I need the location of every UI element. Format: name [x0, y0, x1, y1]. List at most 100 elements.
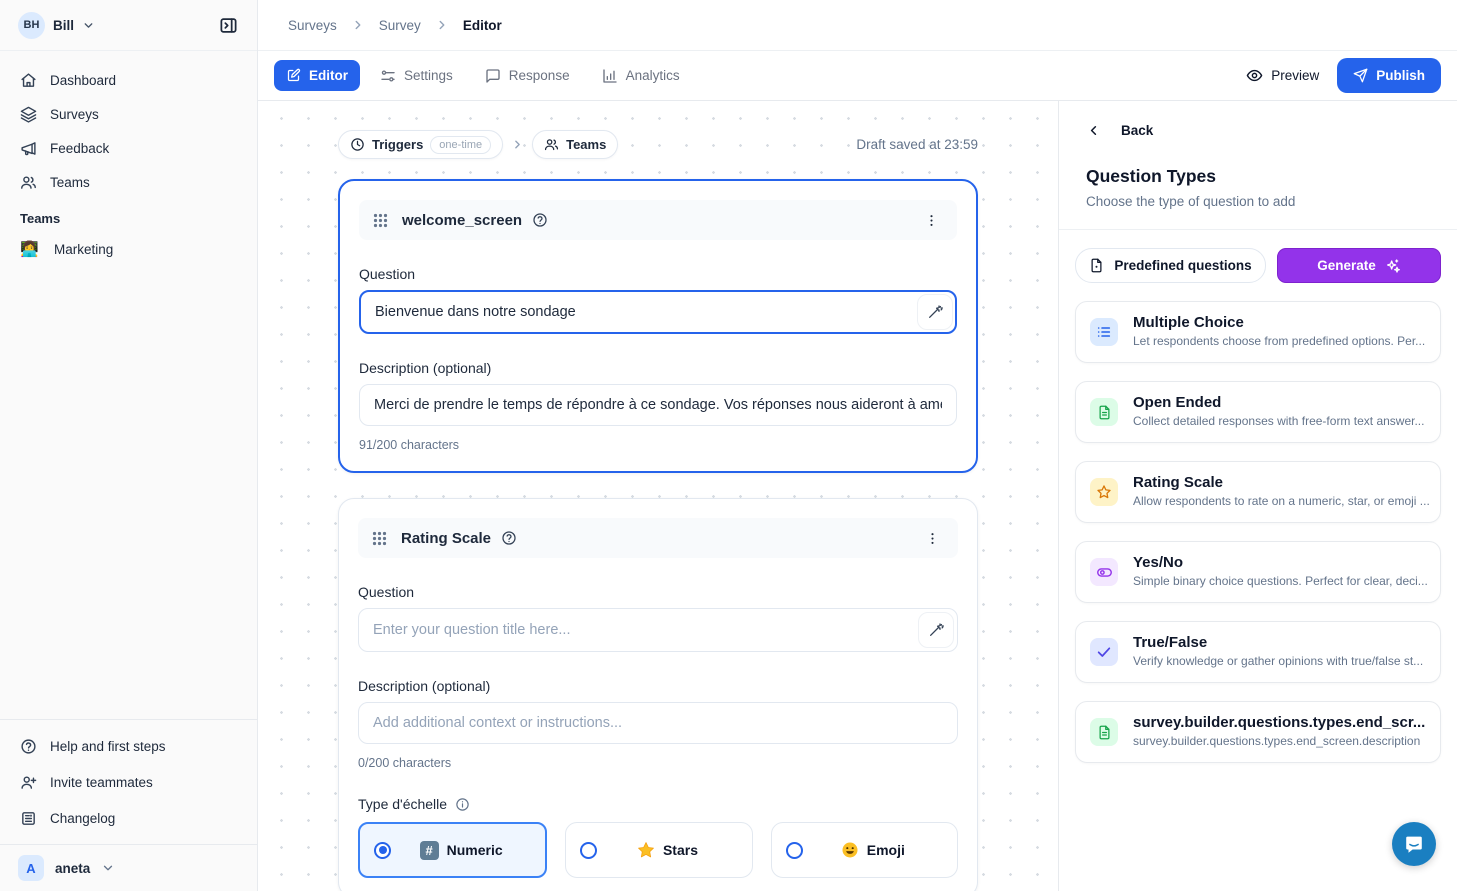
welcome-question-input[interactable]	[359, 290, 957, 334]
type-card-rating-scale[interactable]: Rating Scale Allow respondents to rate o…	[1075, 461, 1441, 523]
generate-button[interactable]: Generate	[1277, 248, 1441, 283]
sidebar-item-dashboard[interactable]: Dashboard	[0, 63, 257, 97]
send-icon	[1353, 68, 1368, 83]
star-icon	[1090, 478, 1118, 506]
type-card-end-screen[interactable]: survey.builder.questions.types.end_scr..…	[1075, 701, 1441, 763]
type-title: Multiple Choice	[1133, 314, 1244, 331]
card-menu-button[interactable]	[920, 209, 943, 232]
triggers-chip[interactable]: Triggers one-time	[338, 130, 503, 159]
breadcrumb: Surveys Survey Editor	[258, 0, 1457, 51]
message-square-icon	[485, 68, 501, 84]
ai-rewrite-button[interactable]	[917, 294, 953, 330]
toggle-icon	[1090, 558, 1118, 586]
publish-button[interactable]: Publish	[1337, 58, 1441, 93]
question-card-rating-scale[interactable]: Rating Scale Question	[338, 498, 978, 891]
chevron-right-icon	[511, 138, 524, 151]
question-card-welcome-screen[interactable]: welcome_screen Question	[338, 179, 978, 473]
question-card-header: welcome_screen	[359, 200, 957, 240]
list-icon	[1090, 318, 1118, 346]
back-button[interactable]: Back	[1086, 123, 1153, 138]
sidebar-collapse-button[interactable]	[213, 10, 243, 40]
description-field-label: Description (optional)	[358, 678, 958, 694]
account-name: aneta	[55, 861, 90, 876]
type-card-multiple-choice[interactable]: Multiple Choice Let respondents choose f…	[1075, 301, 1441, 363]
scale-option-text: Numeric	[447, 842, 503, 858]
content-area: Triggers one-time Teams Draft saved at 2…	[258, 101, 1457, 891]
type-title: Open Ended	[1133, 394, 1221, 411]
teams-chip-label: Teams	[566, 137, 606, 152]
sidebar-item-teams[interactable]: Teams	[0, 165, 257, 199]
preview-button[interactable]: Preview	[1246, 67, 1319, 84]
teams-chip[interactable]: Teams	[532, 130, 618, 159]
sidebar-item-changelog[interactable]: Changelog	[0, 800, 257, 836]
tab-label: Settings	[404, 68, 453, 83]
panel-actions: Predefined questions Generate	[1059, 230, 1457, 299]
help-circle-icon[interactable]	[501, 530, 517, 546]
card-menu-button[interactable]	[921, 527, 944, 550]
scale-option-stars[interactable]: Stars	[565, 822, 752, 878]
preview-label: Preview	[1271, 68, 1319, 83]
sidebar: BH Bill Dashboard Surv	[0, 0, 258, 891]
radio-checked	[374, 842, 391, 859]
breadcrumb-surveys[interactable]: Surveys	[288, 18, 337, 33]
chevron-down-icon	[101, 861, 115, 875]
team-name: Marketing	[54, 242, 113, 257]
chat-launcher-button[interactable]	[1392, 822, 1436, 866]
predefined-questions-button[interactable]: Predefined questions	[1075, 248, 1266, 283]
sidebar-team-marketing[interactable]: 👩‍💻 Marketing	[0, 232, 257, 266]
sparkles-icon	[1385, 258, 1401, 274]
panel-toggle-icon	[219, 16, 238, 35]
scale-option-numeric[interactable]: # Numeric	[358, 822, 547, 878]
tab-settings[interactable]: Settings	[368, 60, 465, 92]
main-column: Surveys Survey Editor Editor	[258, 0, 1457, 891]
tab-editor[interactable]: Editor	[274, 60, 360, 91]
question-id-text: welcome_screen	[402, 212, 522, 229]
check-icon	[1090, 638, 1118, 666]
question-type-list: Multiple Choice Let respondents choose f…	[1059, 299, 1457, 765]
type-card-true-false[interactable]: True/False Verify knowledge or gather op…	[1075, 621, 1441, 683]
radio-unchecked	[580, 842, 597, 859]
account-switcher[interactable]: A aneta	[0, 844, 257, 891]
question-field-label: Question	[358, 584, 958, 600]
scale-option-emoji[interactable]: Emoji	[771, 822, 958, 878]
user-plus-icon	[20, 774, 37, 791]
rating-question-input[interactable]	[358, 608, 958, 652]
char-counter: 91/200 characters	[359, 438, 957, 452]
type-title: Yes/No	[1133, 554, 1183, 571]
file-question-icon	[1089, 258, 1104, 273]
workspace-name: Bill	[53, 18, 74, 33]
help-circle-icon[interactable]	[532, 212, 548, 228]
rating-description-input[interactable]	[358, 702, 958, 744]
breadcrumb-survey[interactable]: Survey	[379, 18, 421, 33]
description-field-label: Description (optional)	[359, 360, 957, 376]
type-card-yes-no[interactable]: Yes/No Simple binary choice questions. P…	[1075, 541, 1441, 603]
workspace-switcher[interactable]: BH Bill	[0, 0, 257, 51]
layers-icon	[20, 106, 37, 123]
tab-response[interactable]: Response	[473, 60, 582, 92]
sidebar-item-label: Dashboard	[50, 73, 116, 88]
ai-rewrite-button[interactable]	[918, 612, 954, 648]
drag-handle-icon[interactable]	[373, 213, 388, 228]
tab-label: Analytics	[626, 68, 680, 83]
sidebar-item-label: Invite teammates	[50, 775, 153, 790]
drag-handle-icon[interactable]	[372, 531, 387, 546]
scale-option-text: Stars	[663, 842, 698, 858]
tab-analytics[interactable]: Analytics	[590, 60, 692, 92]
magic-wand-icon	[928, 622, 944, 638]
panel-subtitle: Choose the type of question to add	[1086, 194, 1430, 229]
breadcrumb-editor: Editor	[463, 18, 502, 33]
question-types-panel: Back Question Types Choose the type of q…	[1058, 101, 1457, 891]
chevron-left-icon	[1086, 123, 1101, 138]
type-card-open-ended[interactable]: Open Ended Collect detailed responses wi…	[1075, 381, 1441, 443]
welcome-description-input[interactable]	[359, 384, 957, 426]
users-icon	[20, 174, 37, 191]
sidebar-item-invite[interactable]: Invite teammates	[0, 764, 257, 800]
sidebar-item-feedback[interactable]: Feedback	[0, 131, 257, 165]
sidebar-item-surveys[interactable]: Surveys	[0, 97, 257, 131]
sidebar-item-help[interactable]: Help and first steps	[0, 728, 257, 764]
newspaper-icon	[20, 810, 37, 827]
file-text-icon	[1090, 398, 1118, 426]
tab-label: Response	[509, 68, 570, 83]
app-root: BH Bill Dashboard Surv	[0, 0, 1457, 891]
info-circle-icon[interactable]	[455, 797, 470, 812]
